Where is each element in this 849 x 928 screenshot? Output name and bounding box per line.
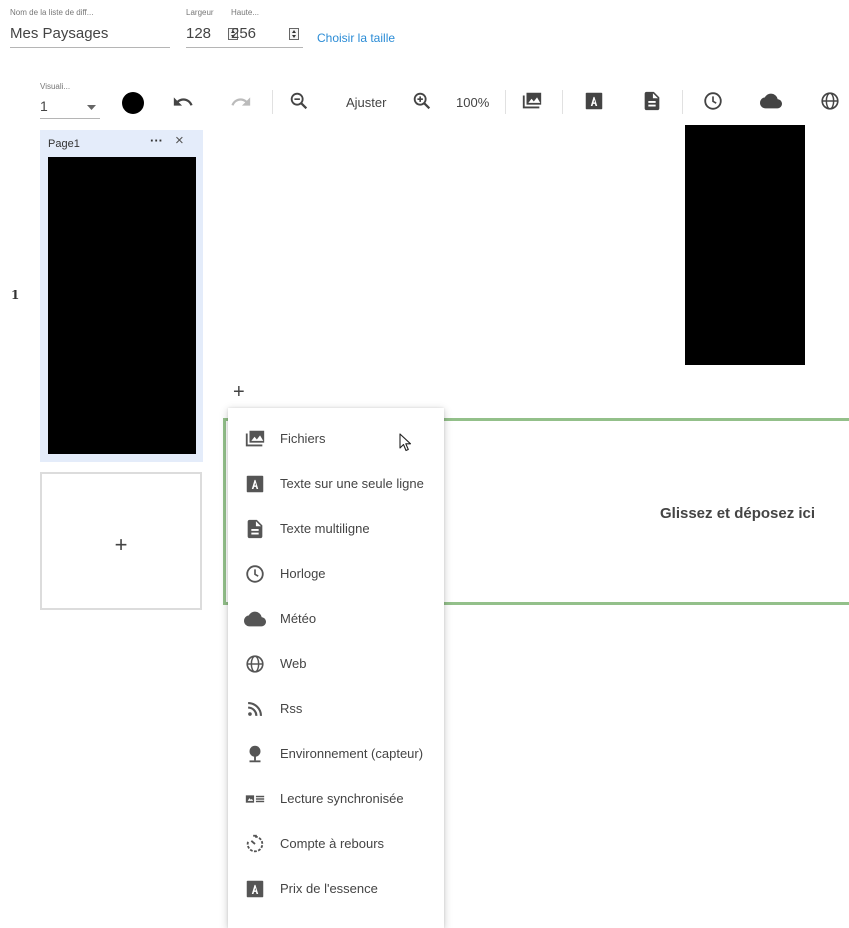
globe-icon	[246, 655, 264, 673]
height-label: Haute...	[231, 8, 260, 17]
menu-item-label: Environnement (capteur)	[280, 746, 424, 761]
menu-item-label: Rss	[280, 701, 303, 716]
canvas-preview[interactable]	[685, 125, 805, 365]
menu-item-label: Horloge	[280, 566, 326, 581]
menu-item-web[interactable]: Web	[228, 641, 444, 686]
fit-button[interactable]: Ajuster	[346, 95, 386, 110]
rss-icon	[247, 701, 263, 717]
menu-item-horloge[interactable]: Horloge	[228, 551, 444, 596]
add-zone-button[interactable]: +	[233, 381, 245, 404]
menu-item-label: Texte multiligne	[280, 521, 370, 536]
width-value: 128	[186, 25, 212, 42]
menu-item-environment-sensor[interactable]: Environnement (capteur)	[228, 731, 444, 776]
menu-item-fuel-price[interactable]: Prix de l'essence	[228, 866, 444, 911]
list-name-label: Nom de la liste de diff...	[10, 8, 94, 17]
view-select[interactable]: 1	[40, 98, 100, 119]
clock-icon	[246, 565, 264, 583]
countdown-icon	[246, 834, 264, 853]
zoom-level: 100%	[456, 95, 490, 110]
clock-icon[interactable]	[702, 90, 724, 112]
menu-item-label: Lecture synchronisée	[280, 791, 404, 806]
list-name-value: Mes Paysages	[10, 25, 109, 42]
zoom-in-icon[interactable]	[411, 90, 433, 112]
text-a-icon	[246, 880, 264, 898]
menu-item-multiline-text[interactable]: Texte multiligne	[228, 506, 444, 551]
menu-item-rss[interactable]: Rss	[228, 686, 444, 731]
undo-icon[interactable]	[172, 91, 194, 113]
height-value: 256	[231, 25, 257, 42]
menu-item-label: Fichiers	[280, 431, 326, 446]
view-label: Visuali...	[40, 82, 71, 91]
page-title: Page1	[48, 138, 80, 150]
add-page-plus: +	[114, 532, 128, 557]
height-stepper[interactable]	[289, 28, 299, 40]
cloud-icon[interactable]	[760, 90, 782, 112]
page-card-selected[interactable]: Page1 ··· ×	[40, 130, 203, 462]
zoom-out-icon[interactable]	[288, 90, 310, 112]
image-icon	[245, 430, 265, 447]
redo-icon[interactable]	[230, 91, 252, 113]
drop-zone-text: Glissez et déposez ici	[660, 505, 816, 522]
image-icon[interactable]	[521, 90, 543, 112]
page-close-button[interactable]: ×	[175, 132, 184, 149]
menu-item-meteo[interactable]: Météo	[228, 596, 444, 641]
add-widget-menu: Fichiers Texte sur une seule ligne Texte…	[228, 408, 444, 928]
menu-item-sync-playback[interactable]: Lecture synchronisée	[228, 776, 444, 821]
text-a-icon	[246, 475, 264, 493]
document-icon	[247, 519, 263, 539]
page-more-button[interactable]: ···	[150, 133, 163, 148]
menu-item-single-line-text[interactable]: Texte sur une seule ligne	[228, 461, 444, 506]
list-name-input[interactable]: Mes Paysages	[10, 25, 170, 48]
menu-item-label: Web	[280, 656, 307, 671]
width-label: Largeur	[186, 8, 214, 17]
sensor-icon	[249, 745, 261, 763]
menu-item-label: Compte à rebours	[280, 836, 385, 851]
text-a-icon[interactable]	[583, 90, 605, 112]
mouse-cursor-icon	[399, 433, 412, 452]
menu-item-label: Prix de l'essence	[280, 881, 378, 896]
height-input[interactable]: 256	[231, 25, 303, 48]
globe-icon[interactable]	[819, 90, 841, 112]
add-page-button[interactable]: +	[40, 472, 202, 610]
view-select-value: 1	[40, 98, 48, 114]
page-thumbnail[interactable]	[48, 157, 196, 454]
menu-item-label: Météo	[280, 611, 317, 626]
menu-item-countdown[interactable]: Compte à rebours	[228, 821, 444, 866]
choose-size-link[interactable]: Choisir la taille	[317, 31, 395, 45]
document-icon[interactable]	[641, 90, 663, 112]
sync-play-icon	[245, 795, 265, 803]
menu-item-label: Texte sur une seule ligne	[280, 476, 424, 491]
cloud-icon	[244, 611, 266, 627]
color-picker-button[interactable]	[122, 92, 144, 114]
chevron-down-icon	[87, 105, 96, 110]
row-number: 1	[11, 288, 20, 302]
